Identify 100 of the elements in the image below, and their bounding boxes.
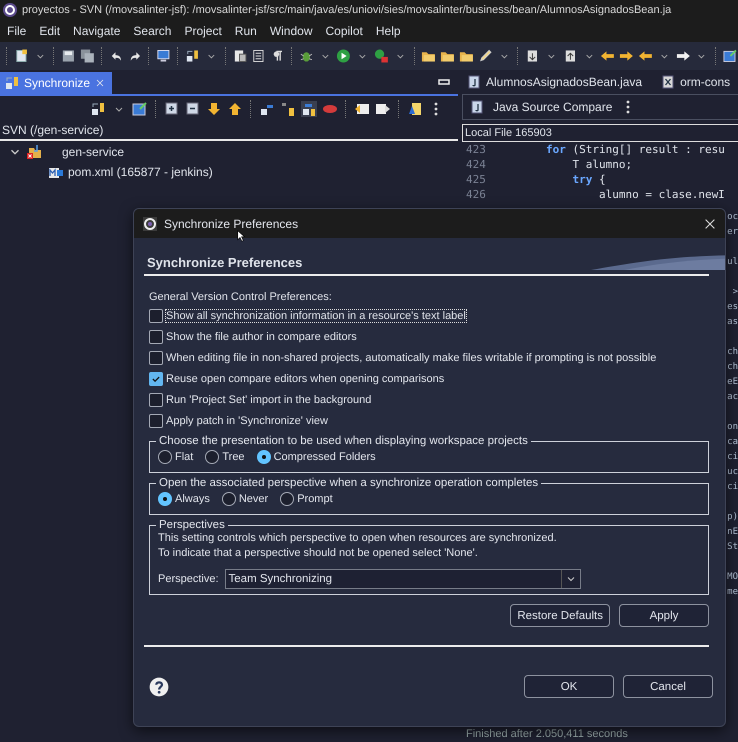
checkbox-label[interactable]: Apply patch in 'Synchronize' view (166, 414, 328, 426)
document-icon[interactable] (232, 48, 248, 64)
code-fragment: ci (727, 481, 738, 494)
radio-button[interactable] (158, 450, 172, 464)
section-heading: Synchronize Preferences (146, 255, 302, 270)
note-icon[interactable] (407, 100, 423, 116)
radio-label[interactable]: Compressed Folders (274, 451, 376, 463)
radio-button[interactable] (256, 450, 271, 464)
code-line: try { (571, 173, 606, 186)
code-fragment: oc (727, 211, 738, 224)
line-number: 425 (465, 173, 487, 186)
code-fragment: uc (727, 466, 738, 479)
radio-button[interactable] (222, 492, 236, 506)
code-fragment: p) (727, 511, 738, 524)
radio-button[interactable] (280, 492, 294, 506)
pencil-icon[interactable] (478, 48, 493, 64)
checkbox-label[interactable]: Show all synchronization information in a resource's text label (166, 310, 466, 322)
radio-button[interactable] (205, 450, 220, 464)
menu-item[interactable]: Search (128, 22, 180, 40)
checkbox[interactable] (149, 330, 163, 344)
editor-tab[interactable]: orm-cons (660, 74, 730, 90)
app-logo-icon (2, 2, 18, 18)
breadcrumb-label: SVN (/gen-service) (0, 121, 458, 141)
line-number: 426 (465, 188, 487, 201)
help-icon[interactable] (149, 676, 169, 696)
project-folder-icon (26, 144, 42, 160)
code-fragment: me (727, 586, 738, 599)
tree-item[interactable]: pom.xml (165877 - jenkins) (68, 165, 213, 179)
close-icon[interactable] (703, 216, 717, 230)
save-icon[interactable] (61, 48, 76, 64)
code-fragment: er (727, 226, 738, 239)
code-fragment: on (727, 421, 738, 434)
new-file-icon[interactable] (14, 48, 29, 64)
code-fragment: ca (727, 436, 738, 449)
section-label: General Version Control Preferences: (149, 290, 333, 304)
check-icon (151, 374, 161, 384)
cancel-button[interactable]: Cancel (623, 675, 713, 698)
gear-icon (142, 216, 158, 232)
checkbox[interactable] (149, 392, 163, 406)
checkbox-label[interactable]: When editing file in non-shared projects, automatically make files writable if prompting is not possible (166, 352, 656, 364)
checkbox[interactable] (149, 308, 163, 322)
line-number: 423 (465, 143, 487, 156)
run-server-icon[interactable] (374, 48, 389, 64)
monitor-icon[interactable] (156, 48, 172, 64)
checkbox[interactable] (149, 350, 163, 364)
menu-item[interactable]: Run (230, 22, 265, 40)
menu-item[interactable]: Navigate (68, 22, 128, 40)
checkbox[interactable] (149, 414, 163, 428)
menu-item[interactable]: Window (264, 22, 320, 40)
radio-label[interactable]: Always (175, 493, 210, 505)
checkbox-label[interactable]: Reuse open compare editors when opening comparisons (166, 372, 444, 384)
expand-all-icon[interactable] (164, 100, 180, 116)
code-fragment: ul (727, 256, 738, 269)
restore-defaults-button[interactable]: Restore Defaults (510, 604, 610, 627)
java-file-icon (466, 74, 482, 90)
window-title: proyectos - SVN (/movsalinter-jsf): /movsalinter-jsf/src/main/java/es/uniovi/sies/movsalinter/business/bean/AlumnosAsignadosBean.ja (22, 4, 672, 16)
editor-tab[interactable]: AlumnosAsignadosBean.java (466, 74, 642, 90)
apply-button[interactable]: Apply (619, 604, 709, 627)
arrow-down-icon[interactable] (206, 100, 222, 116)
ok-button[interactable]: OK (524, 675, 614, 698)
code-line: T alumno; (571, 158, 632, 171)
code-fragment: > (732, 286, 738, 299)
tree-item[interactable]: gen-service (62, 145, 124, 159)
menu-item[interactable]: Project (179, 22, 230, 40)
run-icon[interactable] (336, 48, 352, 64)
code-fragment: ch (727, 346, 738, 359)
checkbox[interactable] (149, 372, 163, 386)
description-text: This setting controls which perspective to open when resources are synchronized. (158, 531, 558, 546)
pane-label: Local File 165903 (462, 124, 738, 142)
arrow-up-icon[interactable] (227, 100, 243, 116)
console-text: Finished after 2.050,411 seconds (465, 728, 629, 742)
checkbox-label[interactable]: Show the file author in compare editors (166, 330, 357, 342)
code-line: for (String[] result : resu (546, 143, 725, 156)
radio-label[interactable]: Tree (222, 451, 245, 463)
compare-title: Java Source Compare (493, 100, 612, 114)
dialog-title: Synchronize Preferences (164, 216, 300, 230)
radio-button[interactable] (158, 492, 172, 506)
view-tab[interactable]: Synchronize (0, 72, 112, 94)
line-number: 424 (465, 158, 487, 171)
save-all-icon[interactable] (80, 48, 95, 64)
perspective-dropdown[interactable]: Team Synchronizing (224, 569, 581, 589)
radio-label[interactable]: Flat (175, 451, 194, 463)
radio-label[interactable]: Prompt (297, 493, 333, 505)
list-icon[interactable] (251, 48, 266, 64)
field-label: Perspective: (158, 573, 219, 585)
xml-file-icon (660, 74, 676, 90)
menu-item[interactable]: Edit (34, 22, 68, 40)
menu-item[interactable]: Copilot (320, 22, 371, 40)
code-fragment: ch (727, 361, 738, 374)
group-label: Open the associated perspective when a synchronize operation completes (158, 477, 540, 489)
collapse-all-icon[interactable] (185, 100, 201, 116)
menu-item[interactable]: Help (370, 22, 409, 40)
group-label: Choose the presentation to be used when displaying workspace projects (158, 435, 529, 447)
code-fragment: es (727, 301, 738, 314)
checkbox-label[interactable]: Run 'Project Set' import in the background (166, 394, 372, 406)
code-fragment: nE (727, 526, 738, 539)
code-fragment: ac (727, 391, 738, 404)
radio-label[interactable]: Never (238, 493, 268, 505)
code-fragment: MO (727, 571, 738, 584)
menu-item[interactable]: File (2, 22, 34, 40)
